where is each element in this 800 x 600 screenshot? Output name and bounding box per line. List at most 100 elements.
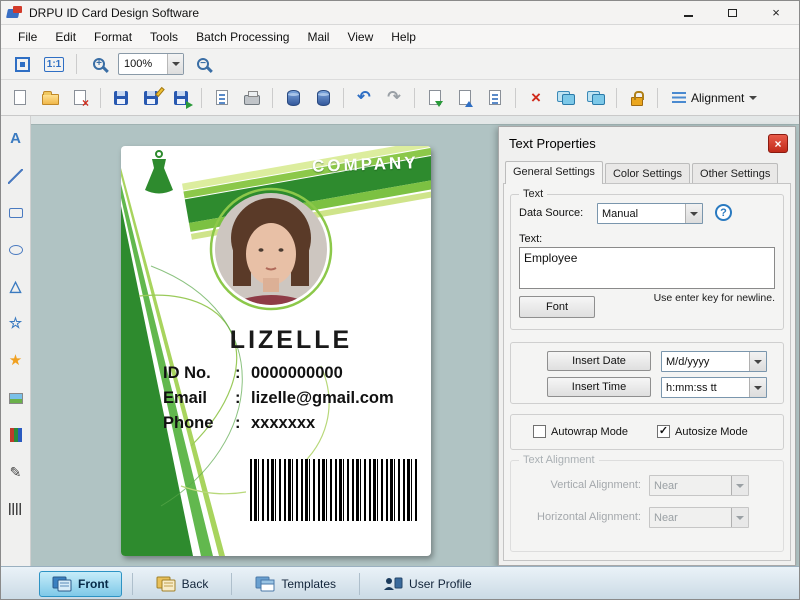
copy-button[interactable] bbox=[482, 86, 508, 110]
lock-button[interactable] bbox=[624, 86, 650, 110]
card-company-text[interactable]: COMPANY bbox=[312, 153, 419, 177]
id-card-design[interactable]: COMPANY LIZELLE ID No. : 0000000000 Emai… bbox=[121, 146, 431, 556]
card-name-text[interactable]: LIZELLE bbox=[161, 326, 421, 355]
close-window-button[interactable]: × bbox=[767, 5, 785, 21]
tab-templates-label: Templates bbox=[281, 577, 337, 591]
fit-page-button[interactable] bbox=[9, 52, 35, 76]
redo-button[interactable]: ↷ bbox=[381, 86, 407, 110]
menu-view[interactable]: View bbox=[338, 27, 382, 47]
new-document-button[interactable] bbox=[7, 86, 33, 110]
save-export-button[interactable] bbox=[168, 86, 194, 110]
lock-icon bbox=[631, 90, 644, 106]
database-button[interactable] bbox=[280, 86, 306, 110]
autowrap-checkbox[interactable] bbox=[533, 425, 546, 438]
triangle-tool[interactable]: △ bbox=[5, 276, 27, 298]
tab-user-profile[interactable]: User Profile bbox=[370, 571, 485, 597]
card-id-field[interactable]: ID No. : 0000000000 bbox=[163, 364, 425, 383]
autowrap-mode-option[interactable]: Autowrap Mode bbox=[533, 425, 628, 438]
font-button[interactable]: Font bbox=[519, 296, 595, 318]
insert-date-button[interactable]: Insert Date bbox=[547, 351, 651, 371]
zoom-dropdown-arrow-icon[interactable] bbox=[167, 54, 183, 74]
tab-back[interactable]: Back bbox=[143, 571, 222, 597]
menu-tools[interactable]: Tools bbox=[141, 27, 187, 47]
insert-time-button[interactable]: Insert Time bbox=[547, 377, 651, 397]
alignment-dropdown-button[interactable]: Alignment bbox=[665, 87, 764, 109]
library-tool[interactable] bbox=[5, 424, 27, 446]
zoom-out-button[interactable]: − bbox=[190, 52, 216, 76]
star-tool[interactable]: ☆ bbox=[5, 313, 27, 335]
export-image-button[interactable] bbox=[452, 86, 478, 110]
text-group-legend: Text bbox=[519, 188, 548, 200]
time-format-arrow-icon[interactable] bbox=[749, 378, 766, 397]
date-format-combobox[interactable]: M/d/yyyy bbox=[661, 351, 767, 372]
minimize-icon bbox=[683, 14, 693, 17]
new-document-icon bbox=[14, 90, 26, 105]
copy-icon bbox=[489, 90, 501, 105]
panel-close-button[interactable]: × bbox=[768, 134, 788, 153]
card-phone-field[interactable]: Phone : xxxxxxx bbox=[163, 414, 425, 433]
image-tool[interactable] bbox=[5, 387, 27, 409]
text-properties-panel: Text Properties × General Settings Color… bbox=[498, 126, 796, 566]
data-source-label: Data Source: bbox=[519, 207, 584, 219]
autosize-mode-option[interactable]: Autosize Mode bbox=[657, 425, 748, 438]
autosize-label: Autosize Mode bbox=[675, 425, 748, 438]
database-icon bbox=[286, 89, 300, 106]
actual-size-button[interactable]: 1:1 bbox=[41, 52, 67, 76]
menu-edit[interactable]: Edit bbox=[46, 27, 85, 47]
time-format-combobox[interactable]: h:mm:ss tt bbox=[661, 377, 767, 398]
vertical-alignment-label: Vertical Alignment: bbox=[550, 479, 642, 491]
tab-general-settings[interactable]: General Settings bbox=[505, 161, 603, 184]
barcode-tool[interactable] bbox=[5, 498, 27, 520]
save-button[interactable] bbox=[108, 86, 134, 110]
save-edit-button[interactable] bbox=[138, 86, 165, 110]
app-window: DRPU ID Card Design Software × File Edit… bbox=[0, 0, 800, 600]
zoom-toolbar: 1:1 + 100% − bbox=[1, 49, 799, 80]
data-source-combobox[interactable]: Manual bbox=[597, 203, 703, 224]
text-input[interactable]: Employee bbox=[519, 247, 775, 289]
custom-shape-tool[interactable]: ★ bbox=[5, 350, 27, 372]
delete-object-button[interactable]: × bbox=[523, 86, 549, 110]
horizontal-alignment-label: Horizontal Alignment: bbox=[537, 511, 641, 523]
maximize-button[interactable] bbox=[723, 5, 741, 21]
date-format-arrow-icon[interactable] bbox=[749, 352, 766, 371]
tab-templates[interactable]: Templates bbox=[242, 571, 349, 597]
tab-front[interactable]: Front bbox=[39, 571, 122, 597]
alignment-caret-icon bbox=[749, 95, 758, 100]
text-group: Text Data Source: Manual ? Text: Employe… bbox=[510, 188, 784, 330]
text-alignment-group: Text Alignment Vertical Alignment: Near … bbox=[510, 454, 784, 552]
menu-batch-processing[interactable]: Batch Processing bbox=[187, 27, 298, 47]
text-tool[interactable]: A bbox=[5, 128, 27, 150]
menu-format[interactable]: Format bbox=[85, 27, 141, 47]
menu-mail[interactable]: Mail bbox=[298, 27, 338, 47]
print-button[interactable] bbox=[239, 86, 265, 110]
library-tool-icon bbox=[9, 428, 22, 442]
help-icon[interactable]: ? bbox=[715, 204, 732, 221]
panel-title: Text Properties bbox=[509, 136, 596, 151]
delete-document-button[interactable] bbox=[67, 86, 93, 110]
zoom-in-button[interactable]: + bbox=[86, 52, 112, 76]
ellipse-tool[interactable] bbox=[5, 239, 27, 261]
text-document-button[interactable] bbox=[209, 86, 235, 110]
zoom-level-combobox[interactable]: 100% bbox=[118, 53, 184, 75]
autosize-checkbox[interactable] bbox=[657, 425, 670, 438]
menu-file[interactable]: File bbox=[9, 27, 46, 47]
rectangle-tool[interactable] bbox=[5, 202, 27, 224]
card-barcode[interactable] bbox=[246, 459, 422, 521]
database-export-button[interactable] bbox=[310, 86, 336, 110]
menu-help[interactable]: Help bbox=[382, 27, 425, 47]
undo-button[interactable]: ↶ bbox=[351, 86, 377, 110]
minimize-button[interactable] bbox=[679, 5, 697, 21]
ungroup-icon bbox=[587, 90, 605, 105]
group-button[interactable] bbox=[553, 86, 579, 110]
line-tool[interactable] bbox=[5, 165, 27, 187]
open-button[interactable] bbox=[37, 86, 63, 110]
signature-tool-icon: ✎ bbox=[9, 463, 22, 480]
card-id-value: 0000000000 bbox=[251, 364, 343, 382]
ungroup-button[interactable] bbox=[583, 86, 609, 110]
card-email-field[interactable]: Email : lizelle@gmail.com bbox=[163, 389, 425, 408]
data-source-arrow-icon[interactable] bbox=[685, 204, 702, 223]
signature-tool[interactable]: ✎ bbox=[5, 461, 27, 483]
window-title: DRPU ID Card Design Software bbox=[29, 5, 200, 20]
maximize-icon bbox=[727, 8, 737, 17]
import-image-button[interactable] bbox=[422, 86, 448, 110]
